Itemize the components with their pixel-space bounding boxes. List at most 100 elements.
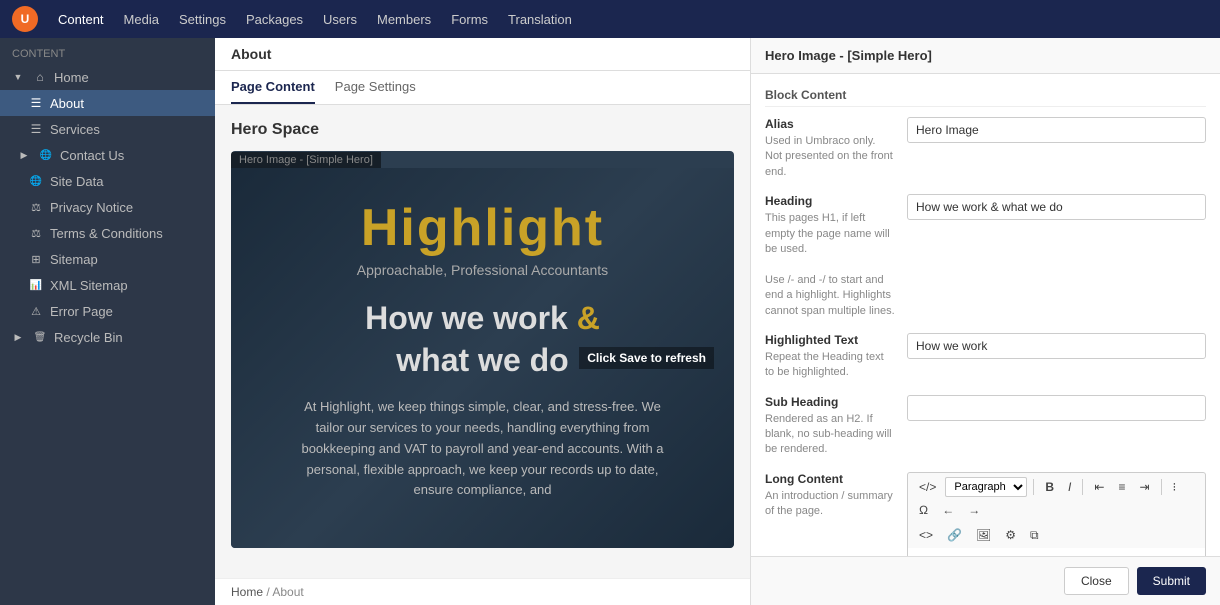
sidebar-item-sitemap[interactable]: Sitemap	[0, 246, 215, 272]
sidebar-item-privacy[interactable]: Privacy Notice	[0, 194, 215, 220]
rte-code-btn[interactable]: <>	[914, 526, 938, 544]
hero-preview-inner: Highlight Approachable, Professional Acc…	[231, 168, 734, 548]
field-label-subheading: Sub Heading	[765, 395, 895, 409]
sidebar-label-terms: Terms & Conditions	[50, 226, 163, 241]
breadcrumb: Home / About	[215, 578, 750, 605]
field-label-heading: Heading	[765, 194, 895, 208]
content-tabs: Page Content Page Settings	[215, 71, 750, 105]
rte-align-center-btn[interactable]: ≡	[1113, 478, 1130, 496]
nav-item-members[interactable]: Members	[377, 8, 431, 31]
rte-indent-btn[interactable]: →	[963, 501, 985, 519]
app-logo: U	[12, 6, 38, 32]
save-refresh-overlay: Click Save to refresh	[579, 347, 714, 369]
scale-icon-privacy	[28, 199, 44, 215]
page-icon-about	[28, 95, 44, 111]
toolbar-divider-3	[1161, 479, 1162, 495]
field-label-col-highlighted: Highlighted Text Repeat the Heading text…	[765, 333, 895, 381]
panel-header: Hero Image - [Simple Hero]	[751, 38, 1220, 74]
field-hint-long: An introduction / summary of the page.	[765, 489, 895, 520]
sidebar: Content Home About Services Contact Us S…	[0, 38, 215, 605]
rte-ordered-list-btn[interactable]: Ω	[914, 501, 933, 519]
close-button[interactable]: Close	[1064, 567, 1129, 595]
rte-paragraph-select[interactable]: Paragraph	[945, 477, 1027, 497]
sidebar-item-site-data[interactable]: Site Data	[0, 168, 215, 194]
rte-toolbar: </> Paragraph B I ⇤ ≡ ⇥ ⁝ Ω	[907, 472, 1206, 523]
right-panel: Hero Image - [Simple Hero] Block Content…	[750, 38, 1220, 605]
nav-item-users[interactable]: Users	[323, 8, 357, 31]
sidebar-item-terms[interactable]: Terms & Conditions	[0, 220, 215, 246]
sidebar-item-contact-us[interactable]: Contact Us	[0, 142, 215, 168]
breadcrumb-current: About	[272, 585, 303, 599]
alias-input[interactable]	[907, 117, 1206, 143]
content-body: Hero Space Hero Image - [Simple Hero] Hi…	[215, 105, 750, 578]
hero-heading: How we work & what we do	[365, 298, 600, 381]
sidebar-label-site-data: Site Data	[50, 174, 103, 189]
sidebar-label-contact-us: Contact Us	[60, 148, 124, 163]
submit-button[interactable]: Submit	[1137, 567, 1206, 595]
nav-item-translation[interactable]: Translation	[508, 8, 572, 31]
field-row-alias: Alias Used in Umbraco only. Not presente…	[765, 117, 1206, 180]
expand-icon-recycle	[10, 329, 26, 345]
rte-align-left-btn[interactable]: ⇤	[1089, 478, 1109, 496]
sidebar-item-home[interactable]: Home	[0, 64, 215, 90]
chart-icon-xml	[28, 277, 44, 293]
field-hint-highlighted: Repeat the Heading text to be highlighte…	[765, 350, 895, 381]
nav-item-media[interactable]: Media	[124, 8, 159, 31]
tab-page-content[interactable]: Page Content	[231, 71, 315, 104]
rte-settings-btn[interactable]: ⚙	[1000, 526, 1021, 544]
rte-toolbar-row2: <> 🔗 🖼 ⚙ ⧉	[907, 523, 1206, 548]
expand-icon-contact	[16, 147, 32, 163]
rte-embed-btn[interactable]: ⧉	[1025, 526, 1044, 545]
nav-item-content[interactable]: Content	[58, 8, 104, 31]
field-input-col-highlighted	[907, 333, 1206, 381]
rte-source-btn[interactable]: </>	[914, 478, 941, 496]
heading-input[interactable]	[907, 194, 1206, 220]
hero-space-title: Hero Space	[231, 121, 734, 139]
panel-title: Hero Image - [Simple Hero]	[765, 48, 932, 63]
nav-item-packages[interactable]: Packages	[246, 8, 303, 31]
sidebar-item-about[interactable]: About	[0, 90, 215, 116]
sidebar-item-error[interactable]: Error Page	[0, 298, 215, 324]
field-input-col-heading	[907, 194, 1206, 319]
sidebar-label-error: Error Page	[50, 304, 113, 319]
field-label-long: Long Content	[765, 472, 895, 486]
rte-italic-btn[interactable]: I	[1063, 478, 1076, 496]
main-layout: Content Home About Services Contact Us S…	[0, 38, 1220, 605]
hero-heading-normal: How we work	[365, 300, 577, 336]
hero-block-label: Hero Image - [Simple Hero]	[231, 152, 381, 168]
rte-image-btn[interactable]: 🖼	[971, 526, 996, 544]
home-icon	[32, 69, 48, 85]
sidebar-label-xml-sitemap: XML Sitemap	[50, 278, 128, 293]
field-label-col-long: Long Content An introduction / summary o…	[765, 472, 895, 556]
nav-item-forms[interactable]: Forms	[451, 8, 488, 31]
page-icon-services	[28, 121, 44, 137]
scale-icon-terms	[28, 225, 44, 241]
hero-heading-normal2: what we do	[396, 342, 568, 378]
hero-heading-highlight: &	[577, 300, 600, 336]
sub-heading-input[interactable]	[907, 395, 1206, 421]
tab-page-settings[interactable]: Page Settings	[335, 71, 416, 104]
rte-bold-btn[interactable]: B	[1040, 478, 1059, 496]
globe-icon-contact	[38, 147, 54, 163]
field-hint-alias: Used in Umbraco only. Not presented on t…	[765, 134, 895, 180]
sidebar-label-home: Home	[54, 70, 89, 85]
sidebar-label-privacy: Privacy Notice	[50, 200, 133, 215]
sidebar-item-xml-sitemap[interactable]: XML Sitemap	[0, 272, 215, 298]
sidebar-item-recycle[interactable]: Recycle Bin	[0, 324, 215, 350]
panel-section-title: Block Content	[765, 88, 1206, 107]
sitemap-icon	[28, 251, 44, 267]
rte-align-right-btn[interactable]: ⇥	[1134, 478, 1154, 496]
field-input-col-subheading	[907, 395, 1206, 458]
field-label-alias: Alias	[765, 117, 895, 131]
rte-list-btn[interactable]: ⁝	[1168, 478, 1182, 496]
rte-outdent-btn[interactable]: ←	[937, 501, 959, 519]
highlighted-text-input[interactable]	[907, 333, 1206, 359]
nav-item-settings[interactable]: Settings	[179, 8, 226, 31]
sidebar-item-services[interactable]: Services	[0, 116, 215, 142]
toolbar-divider-2	[1082, 479, 1083, 495]
breadcrumb-home[interactable]: Home	[231, 585, 263, 599]
rte-body[interactable]: At Highlight, we keep things simple, cle…	[907, 548, 1206, 556]
panel-footer: Close Submit	[751, 556, 1220, 605]
content-header: About	[215, 38, 750, 71]
rte-link-btn[interactable]: 🔗	[942, 526, 967, 544]
